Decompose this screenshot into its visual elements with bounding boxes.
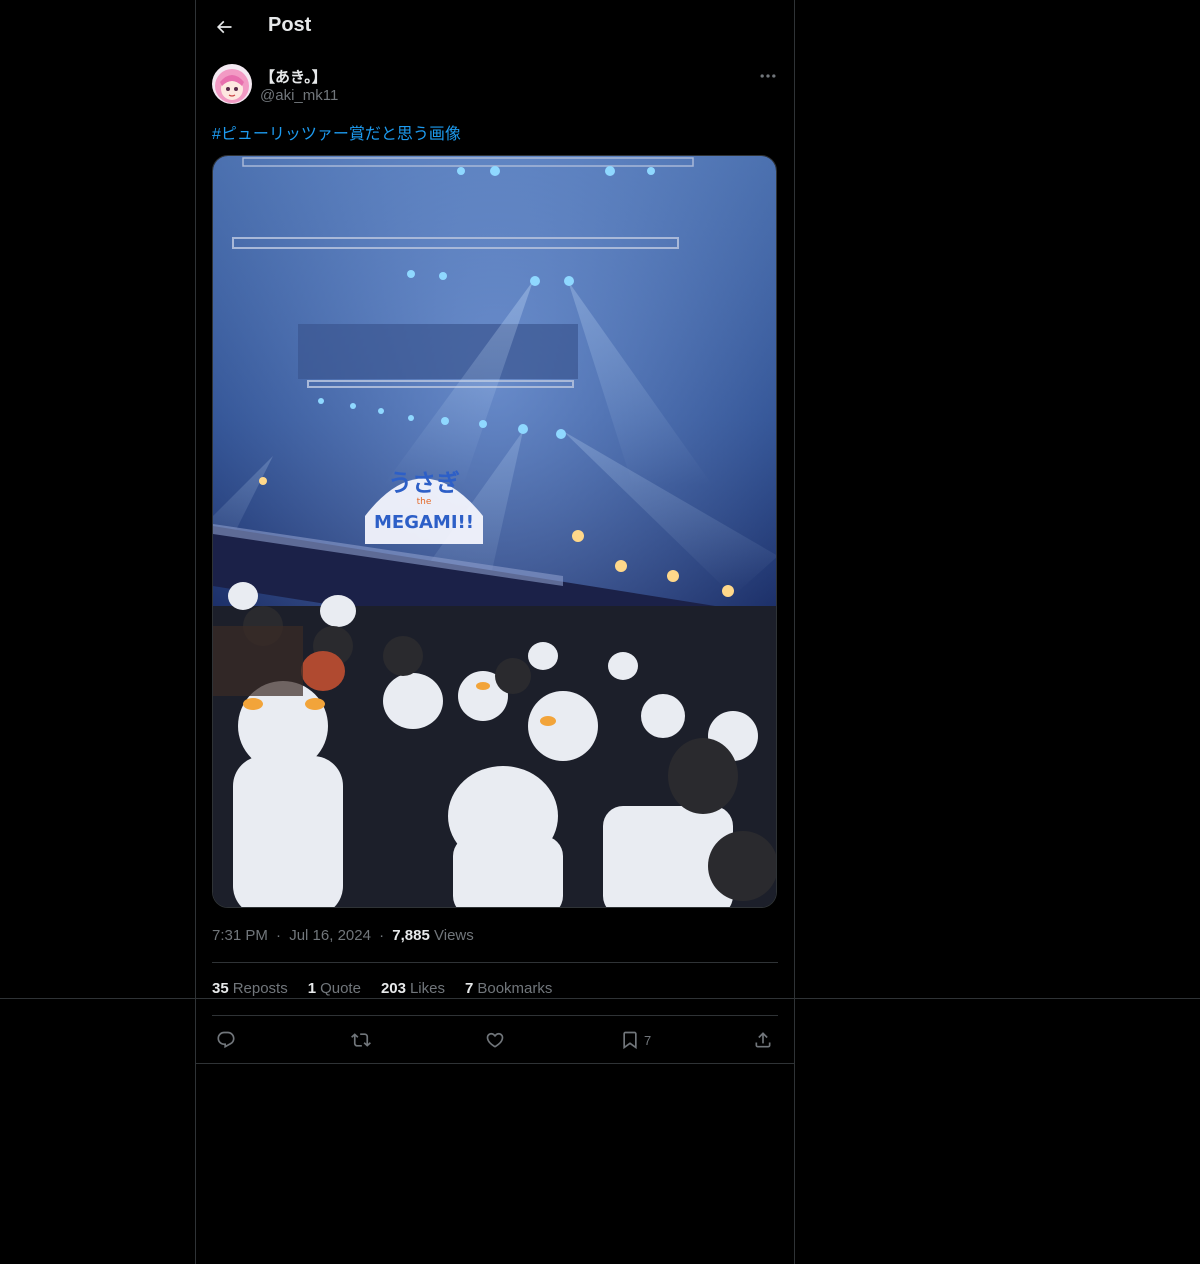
views-count: 7,885: [392, 927, 430, 944]
svg-text:うさぎ: うさぎ: [388, 469, 460, 497]
action-bar: 7: [196, 1024, 794, 1056]
like-button[interactable]: [485, 1028, 505, 1052]
svg-text:MEGAMI!!: MEGAMI!!: [374, 512, 474, 533]
tweet-media-photo[interactable]: うさぎ the MEGAMI!!: [212, 155, 777, 908]
avatar-image: [212, 64, 252, 104]
avatar[interactable]: [212, 64, 252, 104]
reply-icon: [217, 1031, 235, 1049]
author-display-name[interactable]: 【あき。】: [260, 66, 327, 87]
reply-button[interactable]: [216, 1028, 236, 1052]
divider: [212, 1015, 778, 1016]
bookmarks-stat[interactable]: 7 Bookmarks: [465, 980, 552, 997]
main-column: Post 【あき。】 @aki_mk11 #ピューリッツァー賞だと思う画像 うさ…: [195, 0, 795, 1264]
back-button[interactable]: [208, 11, 240, 43]
engagement-stats: 35 Reposts 1 Quote 203 Likes 7 Bookmarks: [212, 980, 552, 997]
tweet-date-link[interactable]: Jul 16, 2024: [289, 927, 371, 944]
reposts-stat[interactable]: 35 Reposts: [212, 980, 288, 997]
hashtag-link[interactable]: #ピューリッツァー賞だと思う画像: [212, 120, 461, 144]
author-handle[interactable]: @aki_mk11: [260, 87, 338, 104]
divider: [196, 1063, 794, 1064]
views-label: Views: [434, 927, 474, 944]
more-horizontal-icon: [760, 74, 776, 78]
tweet-metadata: 7:31 PM · Jul 16, 2024 · 7,885 Views: [212, 927, 474, 944]
svg-text:the: the: [417, 497, 432, 507]
heart-icon: [486, 1032, 504, 1048]
divider: [212, 962, 778, 963]
arrow-left-icon: [216, 20, 232, 34]
likes-stat[interactable]: 203 Likes: [381, 980, 445, 997]
repost-icon: [351, 1033, 371, 1047]
meta-separator: ·: [379, 927, 385, 944]
more-options-button[interactable]: [756, 64, 780, 88]
concert-photo: うさぎ the MEGAMI!!: [213, 156, 776, 907]
meta-separator: ·: [276, 927, 282, 944]
page-header: Post: [196, 0, 794, 54]
repost-button[interactable]: [351, 1028, 371, 1052]
bookmark-icon: [623, 1031, 637, 1050]
page-title: Post: [268, 14, 312, 36]
bookmark-count: 7: [644, 1032, 652, 1048]
bookmark-button[interactable]: 7: [620, 1028, 651, 1052]
share-button[interactable]: [753, 1028, 773, 1052]
share-icon: [755, 1032, 771, 1048]
quotes-stat[interactable]: 1 Quote: [308, 980, 361, 997]
tweet-time-link[interactable]: 7:31 PM: [212, 927, 268, 944]
